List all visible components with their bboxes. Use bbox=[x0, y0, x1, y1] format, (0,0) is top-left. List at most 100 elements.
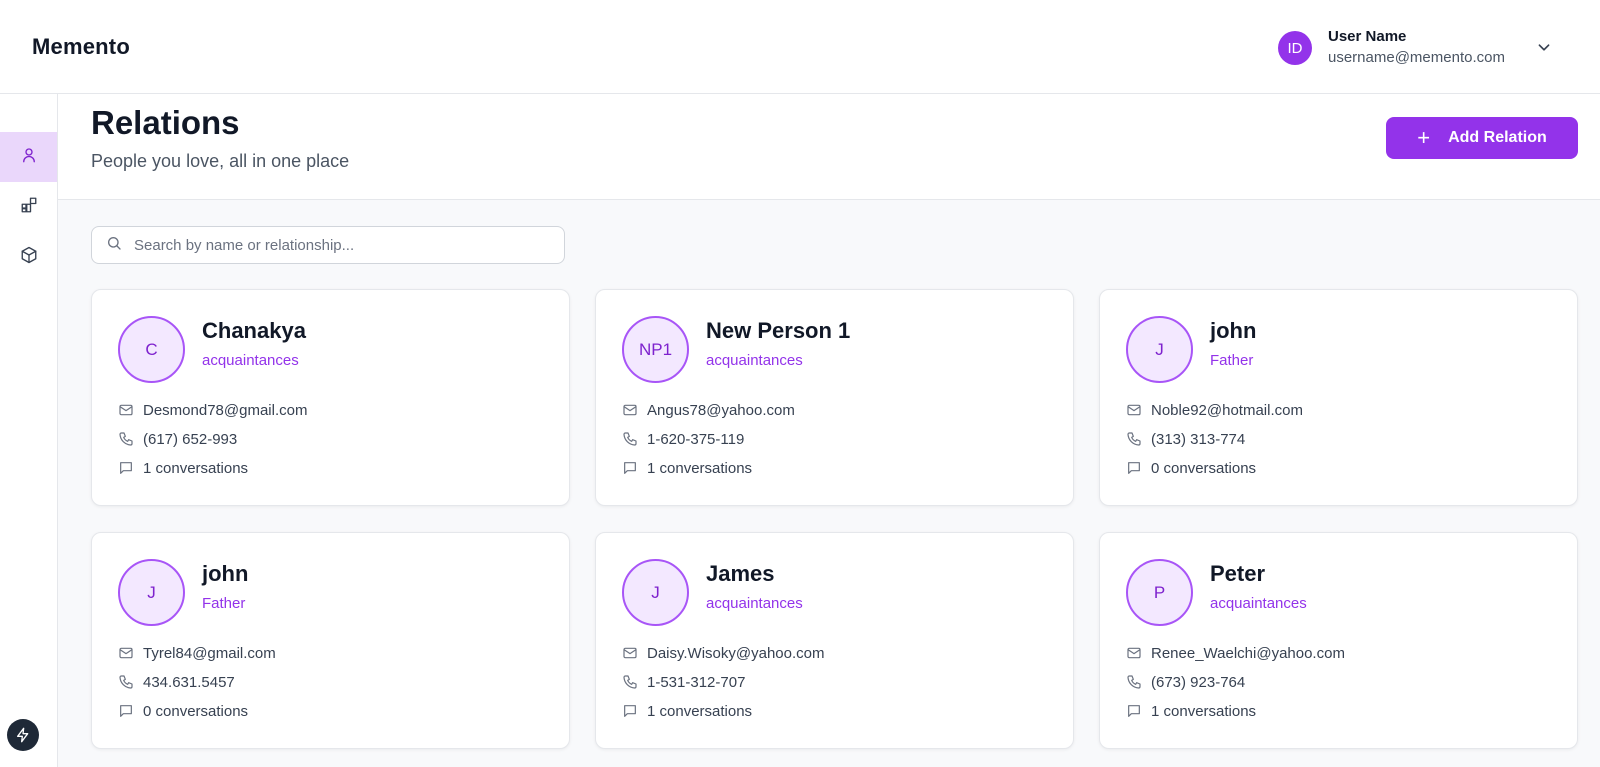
relation-email: Renee_Waelchi@yahoo.com bbox=[1151, 644, 1345, 662]
user-email: username@memento.com bbox=[1328, 49, 1505, 66]
relation-avatar: P bbox=[1126, 559, 1193, 626]
relation-phone: (617) 652-993 bbox=[143, 430, 238, 448]
relation-name: john bbox=[202, 561, 249, 586]
relation-conversations-row: 1 conversations bbox=[118, 458, 248, 478]
relation-avatar: J bbox=[1126, 316, 1193, 383]
top-bar: Memento ID User Name username@memento.co… bbox=[0, 0, 1600, 94]
add-relation-button[interactable]: + Add Relation bbox=[1386, 117, 1578, 159]
relation-phone-row: 434.631.5457 bbox=[118, 672, 235, 692]
relation-card[interactable]: C Chanakya acquaintances Desmond78@gmail… bbox=[91, 289, 570, 506]
relation-card[interactable]: J john Father Tyrel84@gmail.com 434.631.… bbox=[91, 532, 570, 749]
relation-conversations: 1 conversations bbox=[647, 702, 753, 720]
relation-phone-row: (617) 652-993 bbox=[118, 429, 237, 449]
search-icon bbox=[92, 235, 122, 256]
relation-phone: (313) 313-774 bbox=[1151, 430, 1246, 448]
relation-card[interactable]: J James acquaintances Daisy.Wisoky@yahoo… bbox=[595, 532, 1074, 749]
relation-phone-row: (313) 313-774 bbox=[1126, 429, 1245, 449]
relation-conversations: 0 conversations bbox=[1151, 459, 1257, 477]
relation-email-row: Daisy.Wisoky@yahoo.com bbox=[622, 643, 825, 663]
relation-avatar: C bbox=[118, 316, 185, 383]
phone-icon bbox=[623, 432, 637, 446]
relation-conversations-row: 0 conversations bbox=[118, 701, 248, 721]
relation-email-row: Renee_Waelchi@yahoo.com bbox=[1126, 643, 1345, 663]
phone-icon bbox=[1127, 675, 1141, 689]
relation-type: acquaintances bbox=[202, 352, 299, 369]
page-title: Relations bbox=[91, 104, 240, 141]
relation-card[interactable]: J john Father Noble92@hotmail.com (313) … bbox=[1099, 289, 1578, 506]
relation-card[interactable]: P Peter acquaintances Renee_Waelchi@yaho… bbox=[1099, 532, 1578, 749]
relation-conversations-row: 0 conversations bbox=[1126, 458, 1256, 478]
sidebar-item-relations[interactable] bbox=[0, 132, 57, 182]
relation-phone: (673) 923-764 bbox=[1151, 673, 1246, 691]
phone-icon bbox=[119, 675, 133, 689]
message-icon bbox=[624, 705, 636, 717]
relation-email-row: Angus78@yahoo.com bbox=[622, 400, 795, 420]
relation-phone-row: 1-531-312-707 bbox=[622, 672, 745, 692]
relation-type: acquaintances bbox=[1210, 595, 1307, 612]
grid-plus-icon bbox=[20, 196, 38, 219]
app-logo[interactable]: Memento bbox=[32, 34, 130, 60]
relation-name: Peter bbox=[1210, 561, 1266, 586]
relation-email: Angus78@yahoo.com bbox=[647, 401, 795, 419]
relation-conversations-row: 1 conversations bbox=[1126, 701, 1256, 721]
mail-icon bbox=[119, 404, 133, 416]
message-icon bbox=[1128, 462, 1140, 474]
relation-email-row: Desmond78@gmail.com bbox=[118, 400, 307, 420]
mail-icon bbox=[119, 647, 133, 659]
user-name: User Name bbox=[1328, 28, 1407, 45]
relation-conversations-row: 1 conversations bbox=[622, 701, 752, 721]
user-icon bbox=[20, 146, 38, 169]
relation-name: Chanakya bbox=[202, 318, 306, 343]
mail-icon bbox=[1127, 404, 1141, 416]
relation-conversations: 1 conversations bbox=[143, 459, 249, 477]
mail-icon bbox=[623, 647, 637, 659]
relation-type: acquaintances bbox=[706, 352, 803, 369]
relation-conversations-row: 1 conversations bbox=[622, 458, 752, 478]
user-info[interactable]: User Name username@memento.com bbox=[1328, 27, 1505, 69]
user-menu[interactable]: ID User Name username@memento.com bbox=[1278, 28, 1505, 68]
add-relation-label: Add Relation bbox=[1448, 129, 1547, 146]
relation-email: Tyrel84@gmail.com bbox=[143, 644, 276, 662]
search-box bbox=[91, 226, 565, 264]
sidebar-item-widgets[interactable] bbox=[0, 182, 57, 232]
relation-phone-row: (673) 923-764 bbox=[1126, 672, 1245, 692]
relation-card[interactable]: NP1 New Person 1 acquaintances Angus78@y… bbox=[595, 289, 1074, 506]
phone-icon bbox=[623, 675, 637, 689]
relation-email: Daisy.Wisoky@yahoo.com bbox=[647, 644, 825, 662]
bolt-icon[interactable] bbox=[7, 719, 39, 751]
relation-name: James bbox=[706, 561, 775, 586]
relation-phone-row: 1-620-375-119 bbox=[622, 429, 744, 449]
relation-phone: 1-620-375-119 bbox=[647, 430, 745, 448]
relation-avatar: NP1 bbox=[622, 316, 689, 383]
page-subtitle: People you love, all in one place bbox=[91, 151, 350, 171]
message-icon bbox=[1128, 705, 1140, 717]
user-avatar[interactable]: ID bbox=[1278, 31, 1312, 65]
mail-icon bbox=[1127, 647, 1141, 659]
sidebar bbox=[0, 94, 58, 767]
relation-conversations: 1 conversations bbox=[647, 459, 753, 477]
relation-email: Desmond78@gmail.com bbox=[143, 401, 308, 419]
relation-conversations: 0 conversations bbox=[143, 702, 249, 720]
message-icon bbox=[120, 705, 132, 717]
relation-name: New Person 1 bbox=[706, 318, 851, 343]
message-icon bbox=[624, 462, 636, 474]
relation-conversations: 1 conversations bbox=[1151, 702, 1257, 720]
sidebar-item-packages[interactable] bbox=[0, 232, 57, 282]
search-input[interactable] bbox=[134, 236, 554, 254]
message-icon bbox=[120, 462, 132, 474]
relation-type: Father bbox=[1210, 352, 1254, 369]
box-icon bbox=[20, 246, 38, 269]
phone-icon bbox=[1127, 432, 1141, 446]
page-header: Relations People you love, all in one pl… bbox=[58, 94, 1600, 200]
relation-name: john bbox=[1210, 318, 1257, 343]
relation-phone: 434.631.5457 bbox=[143, 673, 235, 691]
mail-icon bbox=[623, 404, 637, 416]
chevron-down-icon[interactable] bbox=[1533, 36, 1555, 58]
plus-icon: + bbox=[1417, 125, 1431, 150]
relation-type: acquaintances bbox=[706, 595, 803, 612]
relation-phone: 1-531-312-707 bbox=[647, 673, 746, 691]
phone-icon bbox=[119, 432, 133, 446]
relation-email-row: Tyrel84@gmail.com bbox=[118, 643, 276, 663]
relation-email: Noble92@hotmail.com bbox=[1151, 401, 1303, 419]
relation-email-row: Noble92@hotmail.com bbox=[1126, 400, 1303, 420]
